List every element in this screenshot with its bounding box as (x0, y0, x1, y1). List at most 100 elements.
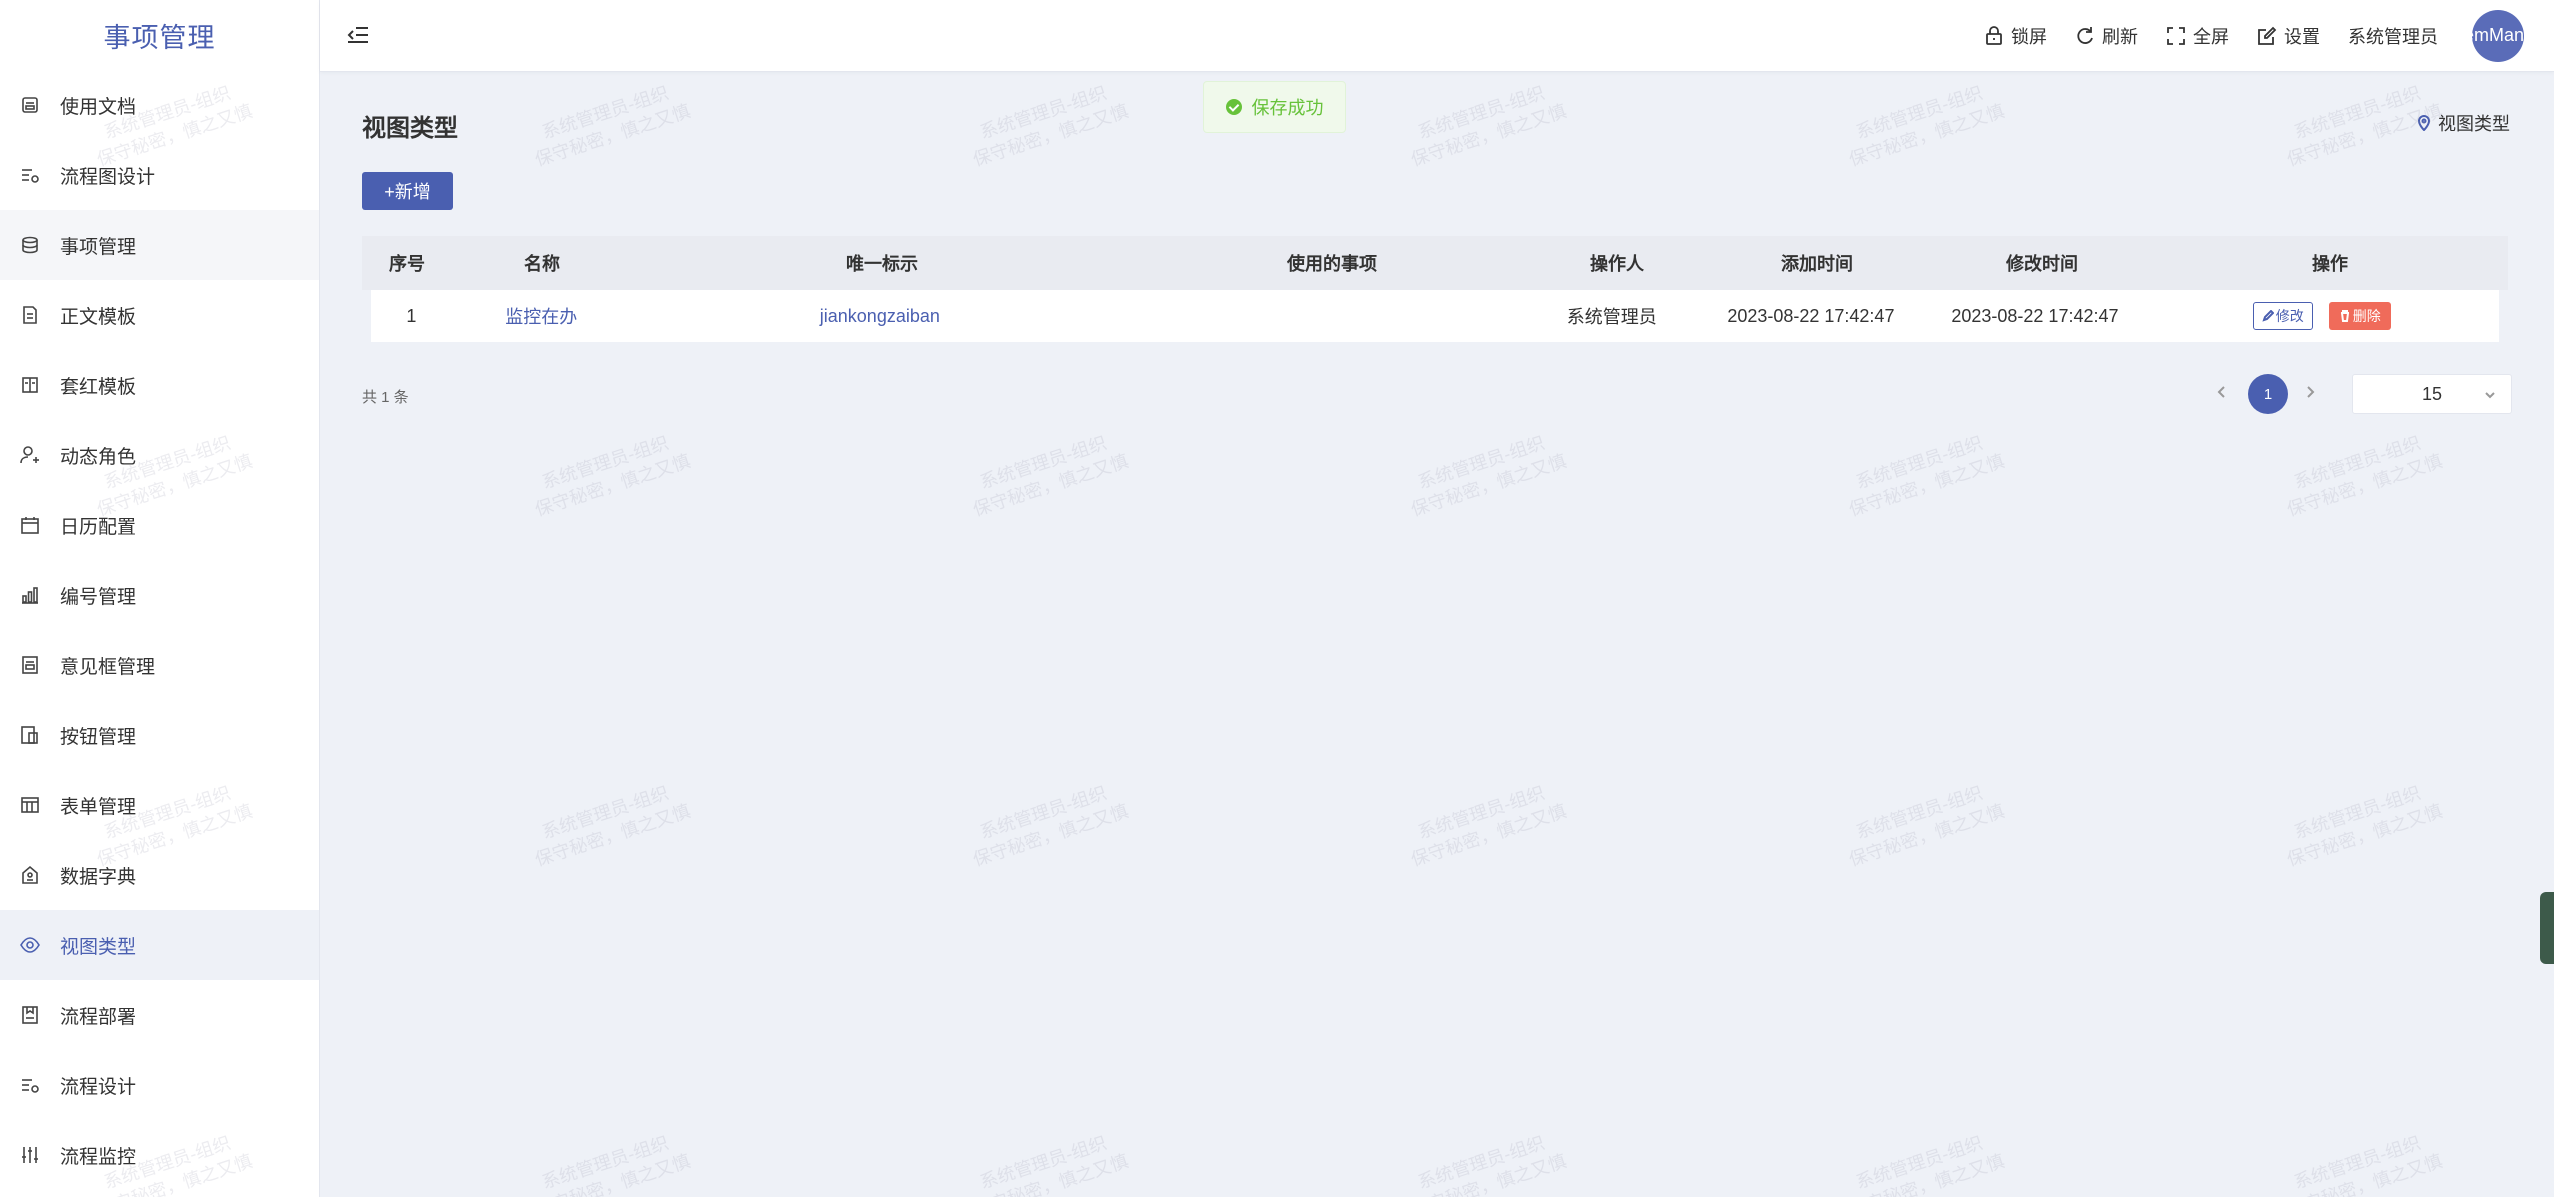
cell-actions: 修改 删除 (2144, 302, 2499, 330)
sidebar-item-dynamic-role[interactable]: 动态角色 (0, 420, 319, 490)
header-modified: 修改时间 (2006, 254, 2078, 274)
sidebar-item-button-management[interactable]: 按钮管理 (0, 700, 319, 770)
fullscreen-label: 全屏 (2193, 26, 2229, 47)
trash-icon (2340, 310, 2349, 322)
bar-chart-icon (20, 585, 40, 605)
edit-label: 修改 (2275, 308, 2304, 324)
chevron-right-icon (2307, 386, 2315, 398)
sidebar-item-flow-monitor[interactable]: 流程监控 (0, 1120, 319, 1190)
cell-name-link[interactable]: 监控在办 (452, 303, 631, 329)
red-template-icon (20, 375, 40, 395)
table-row: 1 监控在办 jiankongzaiban 系统管理员 2023-08-22 1… (371, 290, 2499, 342)
sidebar-item-label: 流程监控 (60, 1146, 137, 1168)
sidebar-item-label: 日历配置 (60, 516, 137, 538)
delete-button[interactable]: 删除 (2328, 302, 2391, 330)
settings-label: 设置 (2284, 26, 2320, 47)
prev-page-button[interactable] (2214, 384, 2234, 404)
opinion-box-icon (20, 655, 40, 675)
page-size-value: 15 (2421, 383, 2443, 404)
header-created: 添加时间 (1781, 254, 1853, 274)
fullscreen-icon (2167, 26, 2185, 45)
dictionary-icon (20, 865, 40, 885)
header-actions: 锁屏 刷新 全屏 设置 系统管理员 emMan (1956, 0, 2554, 72)
sidebar-item-flow-deploy[interactable]: 流程部署 (0, 980, 319, 1050)
document-icon (20, 95, 40, 115)
sidebar-item-label: 正文模板 (60, 306, 137, 328)
cell-index: 1 (406, 305, 417, 326)
sidebar-item-label: 使用文档 (60, 96, 137, 118)
header-operator: 操作人 (1590, 254, 1644, 274)
sidebar-item-label: 流程图设计 (60, 166, 156, 188)
fullscreen-button[interactable]: 全屏 (2166, 23, 2229, 49)
pagination-total: 共 1 条 (362, 389, 409, 406)
main-content: 视图类型 视图类型 +新增 序号 名称 唯一标示 使用的事项 操作人 添加时间 … (320, 72, 2554, 1197)
edit-settings-icon (2258, 26, 2277, 45)
database-icon (20, 235, 40, 255)
lock-icon (1986, 25, 2002, 45)
sidebar-item-label: 流程部署 (60, 1006, 137, 1028)
monitor-icon (20, 1145, 40, 1165)
sidebar-item-red-template[interactable]: 套红模板 (0, 350, 319, 420)
button-icon (20, 725, 40, 745)
sidebar-item-item-management[interactable]: 事项管理 (0, 210, 319, 280)
flow-design-icon (20, 165, 40, 185)
breadcrumb-item[interactable]: 视图类型 (2438, 110, 2510, 136)
deploy-icon (20, 1005, 40, 1025)
header-actions: 操作 (2312, 254, 2348, 274)
success-check-icon (1225, 99, 1242, 115)
table-header: 序号 名称 唯一标示 使用的事项 操作人 添加时间 修改时间 操作 (362, 236, 2508, 290)
sidebar-item-label: 数据字典 (60, 866, 137, 888)
sidebar-item-calendar-config[interactable]: 日历配置 (0, 490, 319, 560)
edit-button[interactable]: 修改 (2252, 302, 2313, 330)
sidebar-item-view-type[interactable]: 视图类型 (0, 910, 319, 980)
current-user-name[interactable]: 系统管理员 (2348, 23, 2438, 49)
cell-operator: 系统管理员 (1566, 307, 1657, 327)
collapse-sidebar-icon[interactable] (346, 23, 372, 49)
sidebar-item-text-template[interactable]: 正文模板 (0, 280, 319, 350)
settings-button[interactable]: 设置 (2257, 23, 2320, 49)
add-button[interactable]: +新增 (362, 172, 453, 210)
header-index: 序号 (389, 254, 425, 274)
location-pin-icon (2417, 115, 2431, 131)
sidebar-item-flow-design[interactable]: 流程设计 (0, 1050, 319, 1120)
chevron-left-icon (2217, 386, 2225, 398)
sidebar-item-form-management[interactable]: 表单管理 (0, 770, 319, 840)
user-role-icon (20, 445, 40, 465)
next-page-button[interactable] (2302, 384, 2322, 404)
lock-screen-button[interactable]: 锁屏 (1984, 23, 2047, 49)
page-size-select[interactable]: 15 (2352, 374, 2512, 414)
side-scroll-widget[interactable] (2540, 892, 2554, 964)
sidebar-item-opinion-box[interactable]: 意见框管理 (0, 630, 319, 700)
delete-label: 删除 (2352, 308, 2381, 324)
sidebar-item-label: 意见框管理 (60, 656, 156, 678)
app-title: 事项管理 (103, 22, 216, 53)
pagination: 1 15 (2214, 374, 2512, 414)
lock-screen-label: 锁屏 (2011, 26, 2047, 47)
page-number-current[interactable]: 1 (2248, 374, 2288, 414)
header-name: 名称 (524, 254, 560, 274)
breadcrumb: 视图类型 (2416, 110, 2510, 136)
sidebar-item-label: 流程设计 (60, 1076, 137, 1098)
sidebar-item-label: 按钮管理 (60, 726, 137, 748)
refresh-icon (2077, 26, 2093, 44)
sidebar-item-label: 事项管理 (60, 236, 137, 258)
sidebar-nav: 使用文档 流程图设计 事项管理 正文模板 套红模板 动态角色 日历配置 编号管理… (0, 70, 319, 1190)
sidebar-item-data-dictionary[interactable]: 数据字典 (0, 840, 319, 910)
top-header: 锁屏 刷新 全屏 设置 系统管理员 emMan (320, 0, 2554, 72)
sidebar-item-usage-docs[interactable]: 使用文档 (0, 70, 319, 140)
page-title: 视图类型 (362, 115, 458, 142)
sidebar-item-flowchart-design[interactable]: 流程图设计 (0, 140, 319, 210)
sidebar-item-label: 视图类型 (60, 936, 137, 958)
refresh-label: 刷新 (2102, 26, 2138, 47)
success-toast: 保存成功 (1203, 81, 1346, 133)
sidebar-item-label: 动态角色 (60, 446, 137, 468)
sidebar-item-label: 表单管理 (60, 796, 137, 818)
header-used-items: 使用的事项 (1287, 254, 1377, 274)
pencil-icon (2262, 310, 2274, 322)
sidebar: 事项管理 使用文档 流程图设计 事项管理 正文模板 套红模板 动态角色 日历配置 (0, 0, 320, 1197)
avatar[interactable]: emMan (2472, 9, 2524, 62)
refresh-button[interactable]: 刷新 (2075, 23, 2138, 49)
sidebar-item-label: 套红模板 (60, 376, 137, 398)
sidebar-item-label: 编号管理 (60, 586, 137, 608)
sidebar-item-number-management[interactable]: 编号管理 (0, 560, 319, 630)
